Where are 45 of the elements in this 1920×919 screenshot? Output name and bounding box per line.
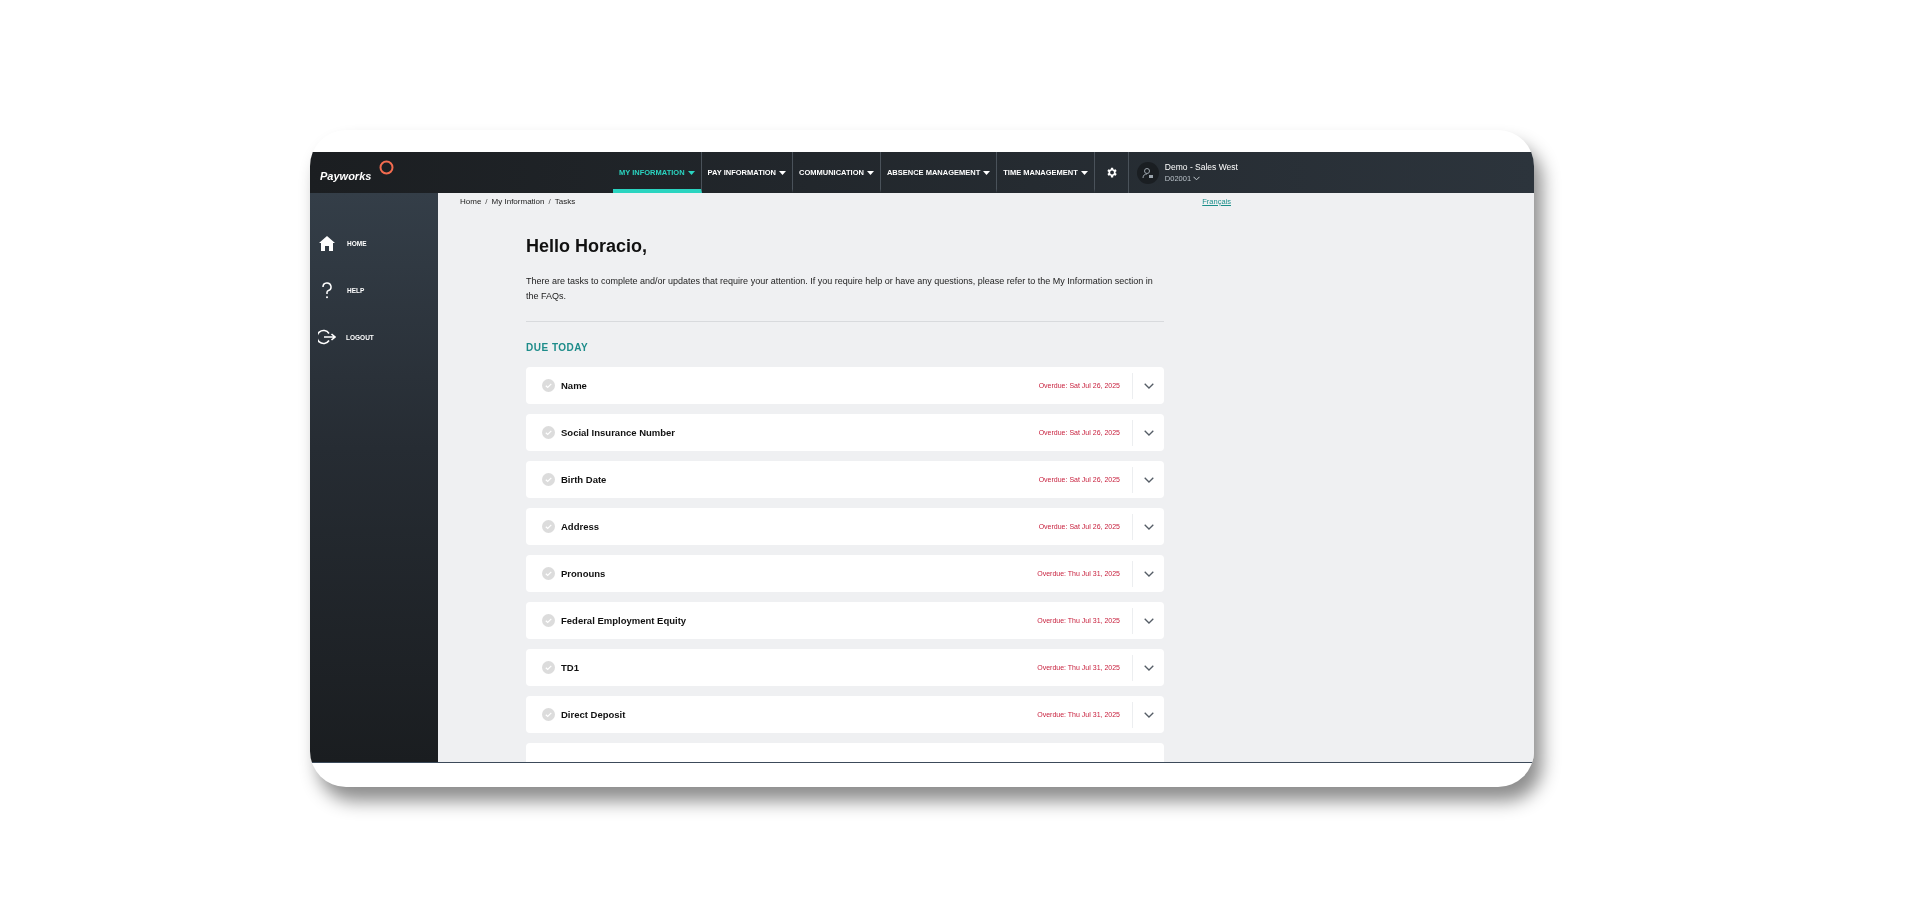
task-title: Pronouns xyxy=(561,568,607,579)
task-title: Name xyxy=(561,380,588,391)
task-title: Address xyxy=(561,521,600,532)
chevron-down-icon xyxy=(1193,176,1201,181)
check-icon xyxy=(542,473,555,486)
breadcrumb-separator: / xyxy=(548,197,551,206)
caret-icon xyxy=(866,170,874,175)
check-icon xyxy=(542,708,555,721)
home-icon xyxy=(319,235,335,251)
check-icon xyxy=(542,520,555,533)
chevron-down-icon[interactable] xyxy=(1144,711,1154,718)
task-title: Federal Employment Equity xyxy=(561,615,688,626)
caret-icon xyxy=(1080,170,1088,175)
task-title: Direct Deposit xyxy=(561,709,627,720)
chevron-down-icon[interactable] xyxy=(1144,523,1154,530)
chevron-down-icon[interactable] xyxy=(1144,476,1154,483)
chevron-down-icon[interactable] xyxy=(1144,429,1154,436)
logout-icon xyxy=(318,329,336,345)
breadcrumb-link[interactable]: My Information xyxy=(491,197,545,206)
caret-icon xyxy=(983,170,991,175)
check-icon xyxy=(542,567,555,580)
chevron-down-icon[interactable] xyxy=(1144,617,1154,624)
help-icon xyxy=(321,281,333,299)
chevron-down-icon[interactable] xyxy=(1144,570,1154,577)
caret-icon xyxy=(687,170,695,175)
task-title: TD1 xyxy=(561,662,580,673)
task-title: Birth Date xyxy=(561,474,608,485)
brand-logo: Payworks xyxy=(320,169,372,182)
greeting-heading: Hello Horacio, xyxy=(526,236,649,257)
intro-text: There are tasks to complete and/or updates that require your attention. If you require help or have any questions, please refer to the My Information section in the FAQs. xyxy=(526,275,1154,303)
check-icon xyxy=(542,426,555,439)
task-title: Social Insurance Number xyxy=(561,427,677,438)
breadcrumb-link[interactable]: Home xyxy=(460,197,482,206)
user-avatar-icon xyxy=(1136,161,1159,184)
breadcrumb-separator: / xyxy=(485,197,488,206)
check-icon xyxy=(542,614,555,627)
section-heading: DUE TODAY xyxy=(526,342,590,353)
breadcrumb-link[interactable]: Tasks xyxy=(554,197,576,206)
chevron-down-icon[interactable] xyxy=(1144,664,1154,671)
account-name: Demo - Sales West xyxy=(1164,162,1238,172)
ring-icon xyxy=(379,160,395,175)
caret-icon xyxy=(779,170,787,175)
check-icon xyxy=(542,379,555,392)
chevron-down-icon[interactable] xyxy=(1144,382,1154,389)
check-icon xyxy=(542,661,555,674)
